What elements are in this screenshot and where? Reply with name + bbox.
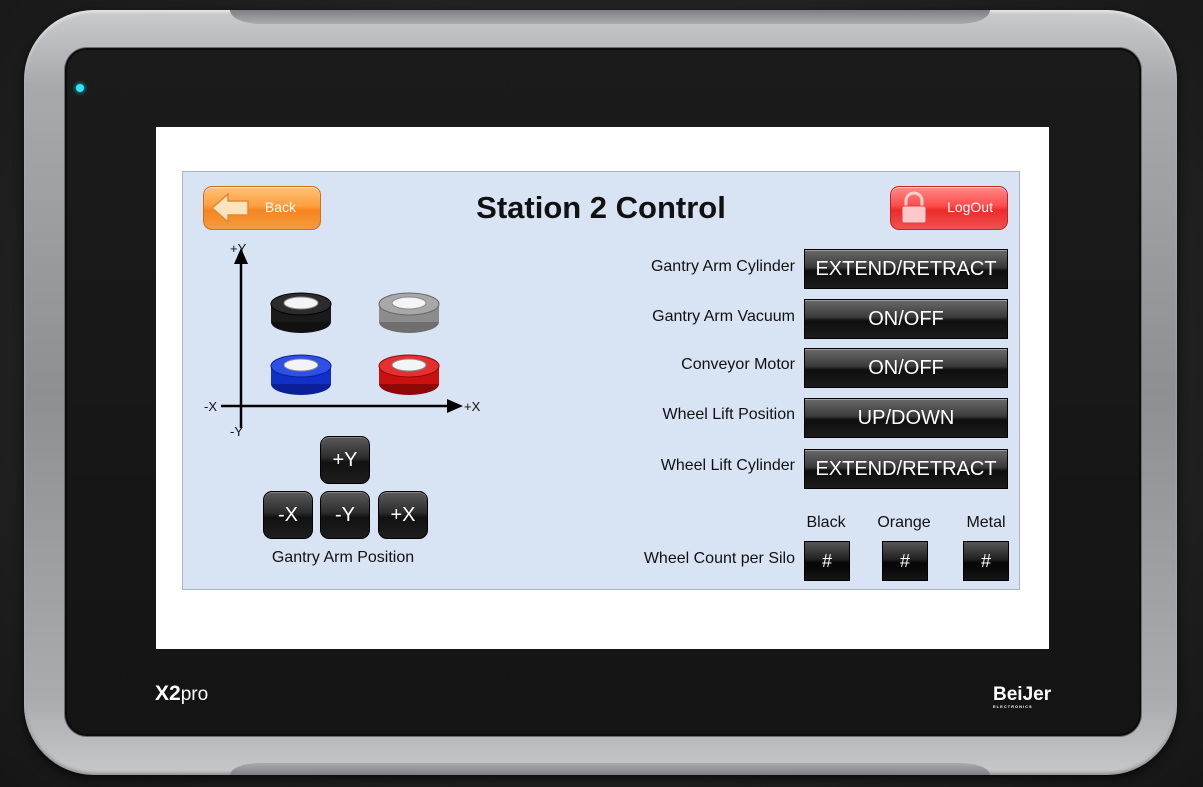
axis-label-minus-y: -Y <box>230 424 243 439</box>
gantry-axes-diagram <box>221 248 463 428</box>
maker-text: BeiJer <box>993 684 1052 705</box>
black-wheel-icon <box>270 292 332 333</box>
device-model-logo: X2pro <box>155 682 208 706</box>
hmi-screen: Station 2 Control Back LogOut +Y -X +X -… <box>156 127 1049 649</box>
jog-minus-x-button[interactable]: -X <box>263 491 313 539</box>
wheel-lift-cylinder-button[interactable]: EXTEND/RETRACT <box>804 449 1008 489</box>
axis-label-plus-y: +Y <box>230 241 247 256</box>
back-button[interactable]: Back <box>203 186 321 230</box>
power-led-icon <box>76 84 84 92</box>
silo-count-black: # <box>804 541 850 581</box>
axis-label-plus-x: +X <box>464 399 481 414</box>
jog-plus-y-button[interactable]: +Y <box>320 436 370 484</box>
model-pro-text: pro <box>180 684 209 705</box>
blue-wheel-icon <box>270 354 332 395</box>
x-axis-arrow-icon <box>447 399 463 413</box>
silo-count-metal: # <box>963 541 1009 581</box>
jog-minus-y-button[interactable]: -Y <box>320 491 370 539</box>
red-wheel-icon <box>378 354 440 395</box>
device-top-notch <box>230 10 990 24</box>
gantry-arm-vacuum-button[interactable]: ON/OFF <box>804 299 1008 339</box>
silo-header-metal: Metal <box>966 514 1006 531</box>
control-label-gantry-arm-vacuum: Gantry Arm Vacuum <box>652 308 795 325</box>
silo-count-orange: # <box>882 541 928 581</box>
device-maker-logo: BeiJer ELECTRONICS <box>993 684 1051 709</box>
control-label-gantry-arm-cylinder: Gantry Arm Cylinder <box>650 258 795 275</box>
model-x2-text: X2 <box>155 682 181 705</box>
conveyor-motor-button[interactable]: ON/OFF <box>804 348 1008 388</box>
wheel-lift-position-button[interactable]: UP/DOWN <box>804 398 1008 438</box>
axis-label-minus-x: -X <box>204 399 217 414</box>
control-label-wheel-lift-cylinder: Wheel Lift Cylinder <box>660 457 795 474</box>
jog-plus-x-button[interactable]: +X <box>378 491 428 539</box>
back-button-label: Back <box>264 199 296 215</box>
silo-count-label: Wheel Count per Silo <box>643 550 795 567</box>
silo-header-orange: Orange <box>877 514 931 531</box>
control-label-conveyor-motor: Conveyor Motor <box>681 356 795 373</box>
gray-wheel-icon <box>378 292 440 333</box>
silo-header-black: Black <box>806 514 846 531</box>
control-label-wheel-lift-position: Wheel Lift Position <box>662 406 795 423</box>
station-control-panel: Station 2 Control Back LogOut +Y -X +X -… <box>182 171 1020 590</box>
gantry-position-label: Gantry Arm Position <box>271 549 415 566</box>
gantry-arm-cylinder-button[interactable]: EXTEND/RETRACT <box>804 249 1008 289</box>
logout-button[interactable]: LogOut <box>890 186 1008 230</box>
device-bottom-notch <box>230 763 990 775</box>
logout-button-label: LogOut <box>947 199 993 215</box>
